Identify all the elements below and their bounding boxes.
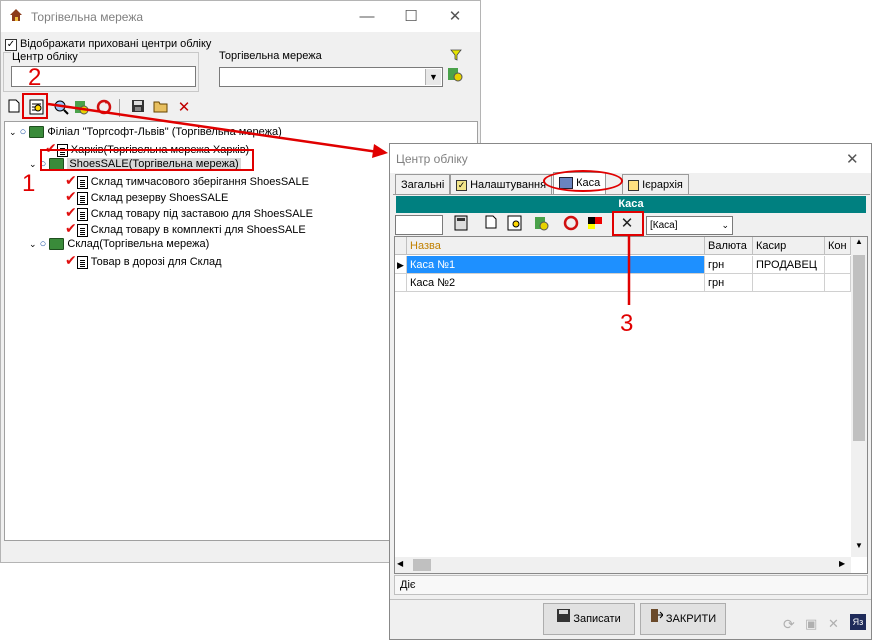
annotation-arrows bbox=[47, 102, 631, 305]
